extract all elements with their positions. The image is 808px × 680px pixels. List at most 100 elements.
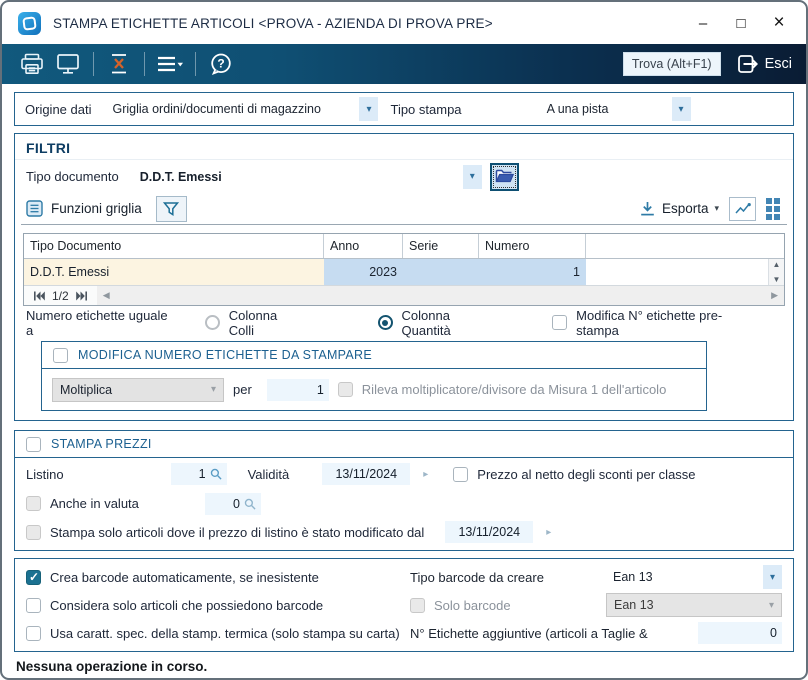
tipo-documento-select[interactable]: D.D.T. Emessi [133,164,482,189]
scroll-up-icon[interactable]: ▲ [773,260,781,269]
anche-valuta-row: Anche in valuta 0 [15,490,793,517]
crea-barcode-row: Crea barcode automaticamente, se inesist… [15,563,793,591]
etichette-aggiuntive-input[interactable]: 0 [698,622,782,644]
minimize-button[interactable]: – [684,8,722,38]
search-icon[interactable] [210,468,222,480]
scroll-right-icon[interactable]: ▶ [765,290,784,301]
operazione-select: Moltiplica [52,377,224,402]
hamburger-menu-icon [156,55,184,73]
col-tipo-documento[interactable]: Tipo Documento [24,234,324,258]
svg-text:?: ? [217,56,224,70]
exit-icon [737,54,758,74]
rileva-label: Rileva moltiplicatore/divisore da Misura… [361,382,667,397]
print-button[interactable] [14,48,50,80]
filtri-panel: FILTRI Tipo documento D.D.T. Emessi Funz… [14,133,794,421]
cell-anno[interactable]: 2023 [324,259,403,285]
close-button[interactable]: × [760,8,798,38]
checkbox-modifica-prestampa[interactable] [552,315,568,330]
grid-view-icon[interactable] [766,197,780,220]
first-page-icon[interactable] [33,291,45,301]
modifica-etichette-title: MODIFICA NUMERO ETICHETTE DA STAMPARE [78,348,372,362]
modifica-etichette-body: Moltiplica per 1 Rileva moltiplicatore/d… [42,369,706,410]
last-page-icon[interactable] [75,291,88,301]
chevron-down-icon[interactable] [462,164,482,189]
caratteri-termica-label[interactable]: Usa caratt. spec. della stamp. termica (… [50,626,400,641]
search-icon[interactable] [244,498,256,510]
modifica-etichette-group: MODIFICA NUMERO ETICHETTE DA STAMPARE Mo… [41,341,707,411]
numero-etichette-label: Numero etichette uguale a [26,307,168,338]
valuta-input[interactable]: 0 [204,492,261,515]
modifica-prestampa-label[interactable]: Modifica N° etichette pre-stampa [576,308,764,338]
menu-button[interactable] [152,48,188,80]
find-shortcut-button[interactable]: Trova (Alt+F1) [622,52,721,76]
col-numero[interactable]: Numero [479,234,586,258]
considera-barcode-label[interactable]: Considera solo articoli che possiedono b… [50,598,323,613]
preview-button[interactable] [50,48,86,80]
checkbox-crea-barcode[interactable] [26,569,41,585]
cell-numero[interactable]: 1 [479,259,586,285]
maximize-button[interactable]: □ [722,8,760,38]
listino-input[interactable]: 1 [170,463,227,485]
listino-value: 1 [198,467,206,481]
modificato-date-input[interactable]: 13/11/2024 [445,521,534,543]
solo-barcode-label: Solo barcode [434,597,511,613]
stampa-prezzi-header: STAMPA PREZZI [15,431,793,458]
app-window: STAMPA ETICHETTE ARTICOLI <PROVA - AZIEN… [0,0,808,680]
help-icon: ? [209,52,233,76]
help-button[interactable]: ? [203,48,239,80]
radio-colonna-quantita[interactable] [377,315,393,330]
tipo-barcode-select[interactable]: Ean 13 [606,565,782,589]
scroll-down-icon[interactable]: ▼ [773,275,781,284]
filter-button[interactable] [155,195,187,222]
exit-button[interactable]: Esci [737,54,792,74]
colonna-colli-label[interactable]: Colonna Colli [229,308,306,338]
tipo-documento-row: Tipo documento D.D.T. Emessi [15,160,793,193]
calendar-arrow-icon[interactable] [423,469,428,480]
vertical-scrollbar[interactable]: ▲ ▼ [768,259,784,285]
stampa-prezzi-panel: STAMPA PREZZI Listino 1 Validità 13/11/2… [14,430,794,551]
prezzo-modificato-row: Stampa solo articoli dove il prezzo di l… [15,517,793,547]
cell-tipo-documento[interactable]: D.D.T. Emessi [24,259,324,285]
checkbox-modifica-etichette[interactable] [53,347,68,363]
funzioni-griglia-button[interactable]: Funzioni griglia [51,201,142,216]
status-message: Nessuna operazione in corso. [16,659,208,674]
download-icon [639,201,656,217]
solo-barcode-value: Ean 13 [614,598,654,612]
colonna-quantita-label[interactable]: Colonna Quantità [402,308,503,338]
cancel-operation-button[interactable] [101,48,137,80]
open-document-button[interactable] [489,162,519,191]
filtri-title: FILTRI [15,134,793,160]
col-serie[interactable]: Serie [403,234,479,258]
moltiplicatore-input[interactable]: 1 [266,378,329,401]
toolbar-separator [144,52,145,76]
checkbox-caratteri-termica[interactable] [26,625,41,641]
tipo-stampa-select[interactable]: A una pista [484,97,691,121]
table-header: Tipo Documento Anno Serie Numero [24,234,784,259]
valuta-value: 0 [232,496,240,511]
chevron-down-icon[interactable] [671,97,691,121]
checkbox-prezzo-netto[interactable] [453,466,469,482]
grid-toolbar-right: Esporta [639,196,782,221]
validita-date-input[interactable]: 13/11/2024 [322,463,411,485]
page-indicator: 1/2 [52,288,69,303]
prezzo-netto-label[interactable]: Prezzo al netto degli sconti per classe [477,467,695,482]
checkbox-stampa-prezzi[interactable] [26,436,41,452]
col-empty [586,234,784,258]
calendar-arrow-icon[interactable] [546,527,551,538]
chevron-down-icon[interactable] [359,97,379,121]
scroll-left-icon[interactable]: ◀ [97,290,116,301]
checkbox-considera-barcode[interactable] [26,597,41,613]
table-row[interactable]: D.D.T. Emessi 2023 1 ▲ ▼ [24,259,784,285]
col-anno[interactable]: Anno [324,234,403,258]
chart-button[interactable] [729,196,756,221]
chevron-down-icon [762,594,781,616]
cell-serie[interactable] [403,259,479,285]
chevron-down-icon [204,379,223,401]
origine-dati-select[interactable]: Griglia ordini/documenti di magazzino [105,97,379,121]
crea-barcode-label[interactable]: Crea barcode automaticamente, se inesist… [50,570,319,585]
chevron-down-icon[interactable] [763,565,782,589]
export-button[interactable]: Esporta [639,201,719,217]
radio-colonna-colli[interactable] [204,315,220,330]
tipo-stampa-label: Tipo stampa [390,101,462,117]
window-controls: – □ × [684,8,798,38]
